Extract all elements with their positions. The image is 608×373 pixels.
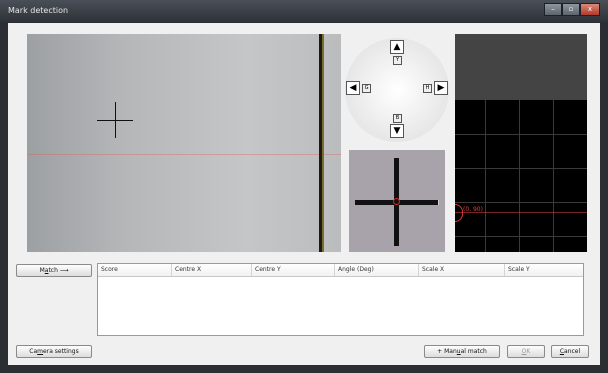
camera-settings-label-pre: Ca	[29, 348, 38, 355]
plus-icon: +	[437, 348, 443, 355]
ok-button[interactable]: OK	[507, 345, 545, 358]
minimize-button[interactable]: –	[544, 3, 562, 16]
grid-line	[553, 100, 554, 252]
arrow-down-icon[interactable]: ▼	[390, 124, 404, 138]
maximize-button[interactable]: ▫	[562, 3, 580, 16]
match-preview-header-area	[455, 34, 587, 100]
column-header-scale-x[interactable]: Scale X	[419, 264, 505, 276]
jog-label-down: B	[393, 114, 402, 123]
camera-settings-button[interactable]: Camera settings	[16, 345, 92, 358]
grid-line	[485, 100, 486, 252]
manual-match-label-pre: Man	[444, 348, 457, 355]
column-header-centre-x[interactable]: Centre X	[172, 264, 252, 276]
arrow-right-icon[interactable]: ▶	[434, 81, 448, 95]
match-preview: (0, 90)	[455, 34, 587, 252]
ok-label-post: K	[526, 348, 531, 355]
column-header-scale-y[interactable]: Scale Y	[505, 264, 583, 276]
camera-view[interactable]	[27, 34, 341, 252]
manual-match-label-post: al match	[460, 348, 487, 355]
camera-guide-line	[27, 154, 341, 155]
close-button[interactable]: x	[580, 3, 600, 16]
grid-line	[455, 202, 587, 203]
results-table[interactable]: Score Centre X Centre Y Angle (Deg) Scal…	[97, 263, 584, 336]
arrow-up-icon[interactable]: ▲	[390, 40, 404, 54]
grid-line	[519, 100, 520, 252]
match-label-post: tch ⟶	[48, 267, 69, 274]
results-table-header: Score Centre X Centre Y Angle (Deg) Scal…	[98, 264, 583, 277]
jog-control: ▲ Y B ▼ ◀ G H ▶	[345, 34, 449, 144]
manual-match-button[interactable]: + Manual match	[424, 345, 500, 358]
window-controls: – ▫ x	[544, 3, 600, 16]
crosshair-vertical	[115, 102, 116, 138]
arrow-left-icon[interactable]: ◀	[346, 81, 360, 95]
grid-line	[455, 236, 587, 237]
match-coordinate-label: (0, 90)	[463, 206, 483, 213]
template-center-marker	[393, 198, 400, 205]
match-button[interactable]: Match ⟶	[16, 264, 92, 277]
mark-detection-window: Mark detection – ▫ x ▲ Y B ▼ ◀ G H ▶ (0,…	[0, 0, 608, 373]
camera-edge-shadow	[322, 34, 324, 252]
template-preview	[349, 150, 445, 252]
jog-label-right: H	[423, 84, 432, 93]
camera-settings-label-post: era settings	[43, 348, 79, 355]
match-marker	[455, 204, 463, 222]
grid-line	[455, 134, 587, 135]
grid-line	[455, 168, 587, 169]
jog-label-up: Y	[393, 56, 402, 65]
title-bar[interactable]: Mark detection – ▫ x	[0, 0, 608, 22]
window-title: Mark detection	[8, 6, 69, 15]
jog-label-left: G	[362, 84, 371, 93]
cancel-button[interactable]: Cancel	[551, 345, 589, 358]
column-header-centre-y[interactable]: Centre Y	[252, 264, 335, 276]
column-header-score[interactable]: Score	[98, 264, 172, 276]
column-header-angle[interactable]: Angle (Deg)	[335, 264, 419, 276]
cancel-label-post: ancel	[564, 348, 581, 355]
